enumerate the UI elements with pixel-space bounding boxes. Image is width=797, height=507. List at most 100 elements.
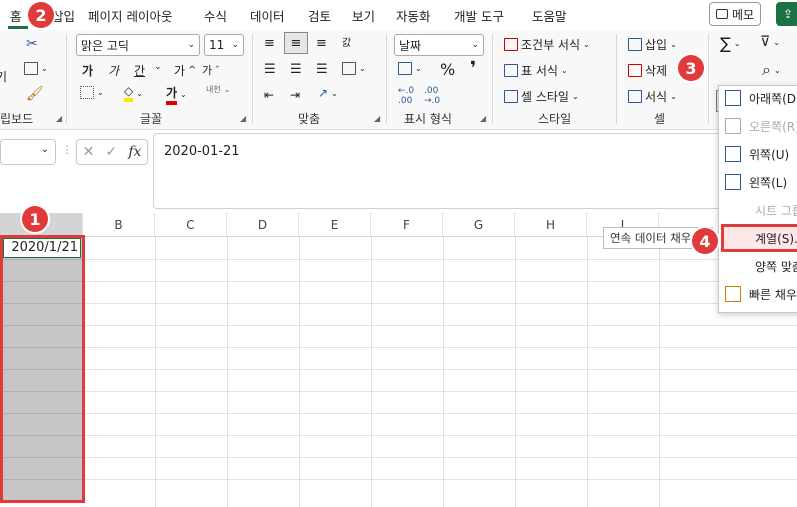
insert-function-icon[interactable]: fx [128,144,141,160]
sort-filter-icon: ⊽ [760,34,771,50]
increase-indent-icon[interactable]: ⇥ [290,88,300,102]
align-top-icon[interactable]: ≡ [264,36,275,51]
decrease-decimal-icon[interactable]: .00 →.0 [424,86,440,106]
gridline [299,237,300,507]
more-options-icon[interactable]: ⋮ [62,145,72,156]
chevron-down-icon: ⌄ [187,40,195,50]
format-painter-icon[interactable]: 🖌 [26,86,44,102]
phonetic-button[interactable]: 내천 ⌄ [206,84,230,95]
paste-button[interactable]: 기 [0,68,7,85]
align-right-icon[interactable]: ☰ [316,62,328,77]
column-header-d[interactable]: D [227,213,299,237]
grow-font-button[interactable]: 가 ^ [174,62,196,79]
format-cells-button[interactable]: 서식 ⌄ [628,88,677,105]
fill-color-button[interactable]: ◇ ⌄ [124,84,143,102]
column-header-c[interactable]: C [155,213,227,237]
tab-page-layout[interactable]: 페이지 레이아웃 [88,6,172,25]
gridline [0,413,797,414]
gridline [0,435,797,436]
alignment-launcher-icon[interactable]: ◢ [374,114,380,123]
tab-review[interactable]: 검토 [308,6,331,25]
menu-item-sheet-group[interactable]: 시트 그룹 [755,198,797,222]
number-launcher-icon[interactable]: ◢ [480,114,486,123]
tab-data[interactable]: 데이터 [250,6,285,25]
underline-button[interactable]: 간 [134,62,145,79]
autosum-button[interactable]: ∑ ⌄ [720,34,740,53]
divider [492,34,493,124]
column-header-h[interactable]: H [515,213,587,237]
font-color-button[interactable]: 가 ⌄ [166,84,187,105]
find-select-button[interactable]: ⌕ ⌄ [762,60,781,80]
shrink-font-button[interactable]: 가ˇ [202,62,220,78]
column-header-b[interactable]: B [83,213,155,237]
format-as-table-button[interactable]: 표 서식 ⌄ [504,62,568,79]
align-bottom-icon[interactable]: ≡ [316,36,327,51]
menu-item-series[interactable]: 계열(S)... [755,226,797,250]
decrease-indent-icon[interactable]: ⇤ [264,88,274,102]
comma-button[interactable]: ❜ [470,58,476,79]
merge-button[interactable]: ⌄ [342,62,366,75]
name-box[interactable]: ⌄ [0,139,56,165]
gridline [0,457,797,458]
tab-home[interactable]: 홈 [10,6,22,25]
tab-formulas[interactable]: 수식 [204,6,227,25]
column-header-g[interactable]: G [443,213,515,237]
comment-icon [716,9,728,19]
copy-button[interactable]: ⌄ [24,62,48,75]
menu-item-justify[interactable]: 양쪽 맞춤 [755,254,797,278]
font-size-select[interactable]: 11 ⌄ [204,34,244,56]
menu-item-fill-right[interactable]: 오른쪽(R) [725,114,797,138]
conditional-format-button[interactable]: 조건부 서식 ⌄ [504,36,590,53]
menu-item-flash-fill[interactable]: 빠른 채우기 [725,282,797,306]
font-color-icon: 가 [166,84,178,105]
divider [616,34,617,124]
formula-input[interactable]: 2020-01-21 [153,133,797,209]
memo-button[interactable]: 메모 [709,2,762,26]
tab-view[interactable]: 보기 [352,6,375,25]
align-middle-icon[interactable]: ≡ [284,32,308,54]
font-family-select[interactable]: 맑은 고딕 ⌄ [76,34,200,56]
gridline [0,391,797,392]
cut-icon[interactable]: ✂ [26,36,38,52]
number-format-select[interactable]: 날짜 ⌄ [394,34,484,56]
sort-filter-button[interactable]: ⊽ ⌄ [760,34,780,50]
enter-icon[interactable]: ✓ [105,144,117,160]
share-button[interactable]: ⇪ [776,2,797,26]
cell-styles-button[interactable]: 셀 스타일 ⌄ [504,88,579,105]
menu-item-fill-left[interactable]: 왼쪽(L) [725,170,787,194]
align-center-icon[interactable]: ☰ [290,62,302,77]
worksheet-grid[interactable]: B C D E F G H I 2020/1/21 [0,213,797,507]
tab-developer[interactable]: 개발 도구 [454,6,504,25]
column-header-e[interactable]: E [299,213,371,237]
font-launcher-icon[interactable]: ◢ [240,114,246,123]
border-icon [80,86,94,99]
align-left-icon[interactable]: ☰ [264,62,276,77]
step-badge-3: 3 [678,55,704,81]
border-button[interactable]: ⌄ [80,86,104,99]
tab-automate[interactable]: 자동화 [396,6,431,25]
percent-button[interactable]: % [440,60,455,79]
cancel-icon[interactable]: ✕ [83,144,95,160]
increase-decimal-icon[interactable]: ←.0.00 [398,86,414,106]
insert-cells-button[interactable]: 삽입 ⌄ [628,36,677,53]
italic-button[interactable]: 가 [108,62,119,79]
accounting-format-button[interactable]: ⌄ [398,62,422,75]
orientation-button[interactable]: ↗ ⌄ [318,86,338,100]
gridline [0,303,797,304]
tab-insert[interactable]: 삽입 [52,6,75,25]
cell-style-icon [504,90,518,103]
gridline [0,479,797,480]
bold-button[interactable]: 가 [82,62,93,79]
column-header-f[interactable]: F [371,213,443,237]
menu-item-fill-up[interactable]: 위쪽(U) [725,142,789,166]
tab-help[interactable]: 도움말 [532,6,567,25]
clipboard-launcher-icon[interactable]: ◢ [56,114,62,123]
delete-cells-button[interactable]: 삭제 [628,62,667,79]
divider [386,34,387,124]
wrap-text-icon[interactable]: 갌 [342,34,351,49]
gridline [155,237,156,507]
fill-right-icon [725,118,741,134]
fill-bucket-icon: ◇ [124,84,134,102]
underline-dropdown[interactable]: ⌄ [154,62,162,72]
menu-item-fill-down[interactable]: 아래쪽(D) [725,86,797,110]
